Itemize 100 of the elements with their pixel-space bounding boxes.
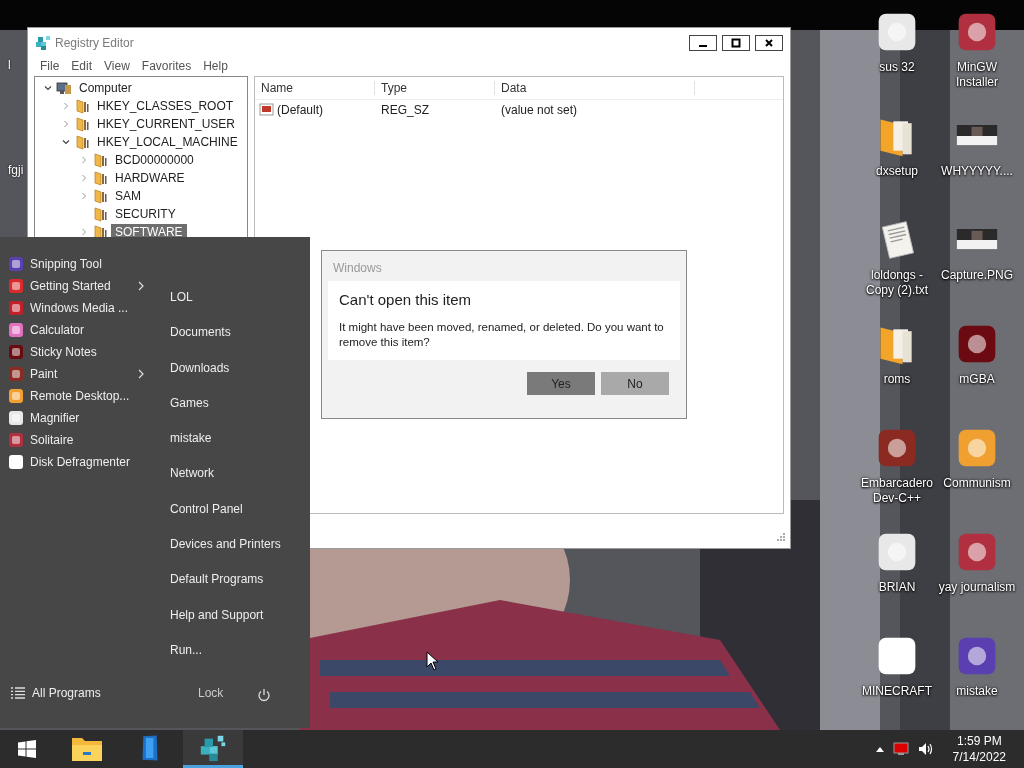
program-item[interactable]: Magnifier bbox=[0, 407, 162, 429]
chevron-icon[interactable] bbox=[43, 83, 53, 93]
program-item[interactable]: Disk Defragmenter bbox=[0, 451, 162, 473]
icon-label[interactable]: l bbox=[8, 58, 11, 72]
all-programs-button[interactable]: All Programs bbox=[0, 686, 176, 701]
icon-label[interactable]: yay journalism bbox=[938, 580, 1016, 595]
table-cell-text: REG_SZ bbox=[380, 103, 430, 117]
maximize-icon bbox=[731, 38, 741, 48]
start-menu-link[interactable]: Run... bbox=[170, 642, 281, 679]
icon-label[interactable]: loldongs - Copy (2).txt bbox=[857, 268, 937, 298]
icon-label[interactable]: mistake bbox=[956, 684, 998, 699]
icon-label[interactable]: Capture.PNG bbox=[941, 268, 1013, 283]
start-menu-link[interactable]: Devices and Printers bbox=[170, 537, 281, 573]
icon-label[interactable]: Embarcadero Dev-C++ bbox=[857, 476, 937, 506]
start-menu-link[interactable]: Downloads bbox=[170, 360, 281, 396]
chevron-icon[interactable] bbox=[61, 137, 71, 147]
caret-up-icon[interactable] bbox=[875, 746, 884, 752]
folder-icon bbox=[92, 206, 108, 222]
value-name[interactable]: (Default) bbox=[277, 103, 323, 117]
minimize-button[interactable] bbox=[689, 35, 717, 51]
dialog-button[interactable]: Yes bbox=[527, 372, 595, 395]
start-menu-link[interactable]: Help and Support bbox=[170, 607, 281, 643]
program-item[interactable]: Windows Media ... bbox=[0, 297, 162, 319]
tree-item[interactable]: HKEY_CLASSES_ROOT bbox=[93, 98, 238, 114]
maximize-button[interactable] bbox=[722, 35, 750, 51]
start-menu-link[interactable]: LOL bbox=[170, 290, 281, 326]
tree-item[interactable]: HKEY_LOCAL_MACHINE bbox=[93, 134, 242, 150]
program-icon bbox=[8, 300, 24, 316]
menu-item[interactable]: Favorites bbox=[135, 59, 198, 73]
clock-date[interactable]: 7/14/2022 bbox=[952, 749, 1006, 765]
start-menu-link[interactable]: Games bbox=[170, 395, 281, 432]
minimize-icon bbox=[699, 45, 707, 47]
icon-label[interactable]: MinGW Installer bbox=[937, 60, 1017, 90]
program-icon bbox=[8, 454, 24, 470]
tree-item[interactable]: Computer bbox=[75, 80, 136, 96]
icon-label[interactable]: BRIAN bbox=[878, 580, 916, 595]
icon-label[interactable]: roms bbox=[883, 372, 911, 387]
program-item[interactable]: Getting Started bbox=[0, 275, 162, 297]
start-menu-link[interactable]: Network bbox=[170, 466, 281, 502]
menu-item[interactable]: View bbox=[98, 59, 136, 73]
program-item[interactable]: Calculator bbox=[0, 319, 162, 341]
speaker-icon[interactable] bbox=[917, 742, 934, 756]
dialog-button[interactable]: No bbox=[601, 372, 669, 395]
start-menu-link[interactable]: Default Programs bbox=[170, 572, 281, 608]
icon-label[interactable]: Communism bbox=[943, 476, 1011, 491]
tree-item[interactable]: HARDWARE bbox=[111, 170, 189, 186]
close-button[interactable] bbox=[755, 35, 783, 51]
column-header[interactable]: Data bbox=[495, 81, 695, 95]
icon-label[interactable]: mGBA bbox=[959, 372, 995, 387]
program-icon bbox=[8, 344, 24, 360]
start-menu-link[interactable]: Documents bbox=[170, 325, 281, 361]
dialog-heading: Can't open this item bbox=[339, 291, 473, 308]
column-header[interactable]: Name bbox=[255, 81, 375, 95]
tree-item[interactable]: SAM bbox=[111, 188, 145, 204]
icon-label[interactable]: sus 32 bbox=[879, 60, 915, 75]
program-item[interactable]: Solitaire bbox=[0, 429, 162, 451]
start-menu-link[interactable]: mistake bbox=[170, 431, 281, 467]
power-icon[interactable] bbox=[257, 688, 272, 703]
windows-logo-icon bbox=[17, 739, 37, 759]
start-menu-link[interactable]: Control Panel bbox=[170, 501, 281, 538]
folder-icon bbox=[92, 188, 108, 204]
folder-icon bbox=[92, 170, 108, 186]
tree-item[interactable]: HKEY_CURRENT_USER bbox=[93, 116, 240, 132]
taskbar-app-button[interactable] bbox=[183, 730, 243, 768]
cubes-icon bbox=[35, 35, 51, 51]
folder-icon bbox=[74, 98, 90, 114]
menu-item[interactable]: Help bbox=[197, 59, 234, 73]
menu-item[interactable]: Edit bbox=[65, 59, 99, 73]
program-icon bbox=[8, 278, 24, 294]
close-icon bbox=[764, 38, 774, 48]
table-cell-text: (value not set) bbox=[500, 103, 579, 117]
program-icon bbox=[8, 388, 24, 404]
computer-icon bbox=[56, 80, 72, 96]
program-icon bbox=[8, 432, 24, 448]
window-title: Registry Editor bbox=[55, 36, 134, 50]
folder-icon bbox=[92, 152, 108, 168]
program-icon bbox=[8, 322, 24, 338]
icon-label[interactable]: dxsetup bbox=[876, 164, 918, 179]
mouse-cursor-icon bbox=[426, 651, 438, 671]
resize-grip-icon[interactable] bbox=[776, 532, 786, 542]
program-icon bbox=[8, 410, 24, 426]
dialog-caption: Windows bbox=[332, 260, 383, 273]
icon-label[interactable]: fgji bbox=[8, 163, 24, 177]
icon-label[interactable]: MINECRAFT bbox=[862, 684, 932, 699]
folder-icon bbox=[74, 134, 90, 150]
program-item[interactable]: Sticky Notes bbox=[0, 341, 162, 363]
program-icon bbox=[8, 256, 24, 272]
program-item[interactable]: Snipping Tool bbox=[0, 253, 162, 275]
menu-item[interactable]: File bbox=[34, 59, 66, 73]
tree-item[interactable]: SECURITY bbox=[111, 206, 180, 222]
icon-label[interactable]: WHYYYYY.... bbox=[941, 164, 1013, 179]
tree-item[interactable]: BCD00000000 bbox=[111, 152, 198, 168]
program-item[interactable]: Remote Desktop... bbox=[0, 385, 162, 407]
program-item[interactable]: Paint bbox=[0, 363, 162, 385]
dialog-message: It might have been moved, renamed, or deleted. Do you want to remove this item? bbox=[339, 320, 665, 350]
column-header[interactable]: Type bbox=[375, 81, 495, 95]
lock-button[interactable]: Lock bbox=[198, 686, 224, 701]
clock-time[interactable]: 1:59 PM bbox=[956, 733, 1002, 749]
folder-icon bbox=[74, 116, 90, 132]
list-icon bbox=[11, 687, 25, 700]
